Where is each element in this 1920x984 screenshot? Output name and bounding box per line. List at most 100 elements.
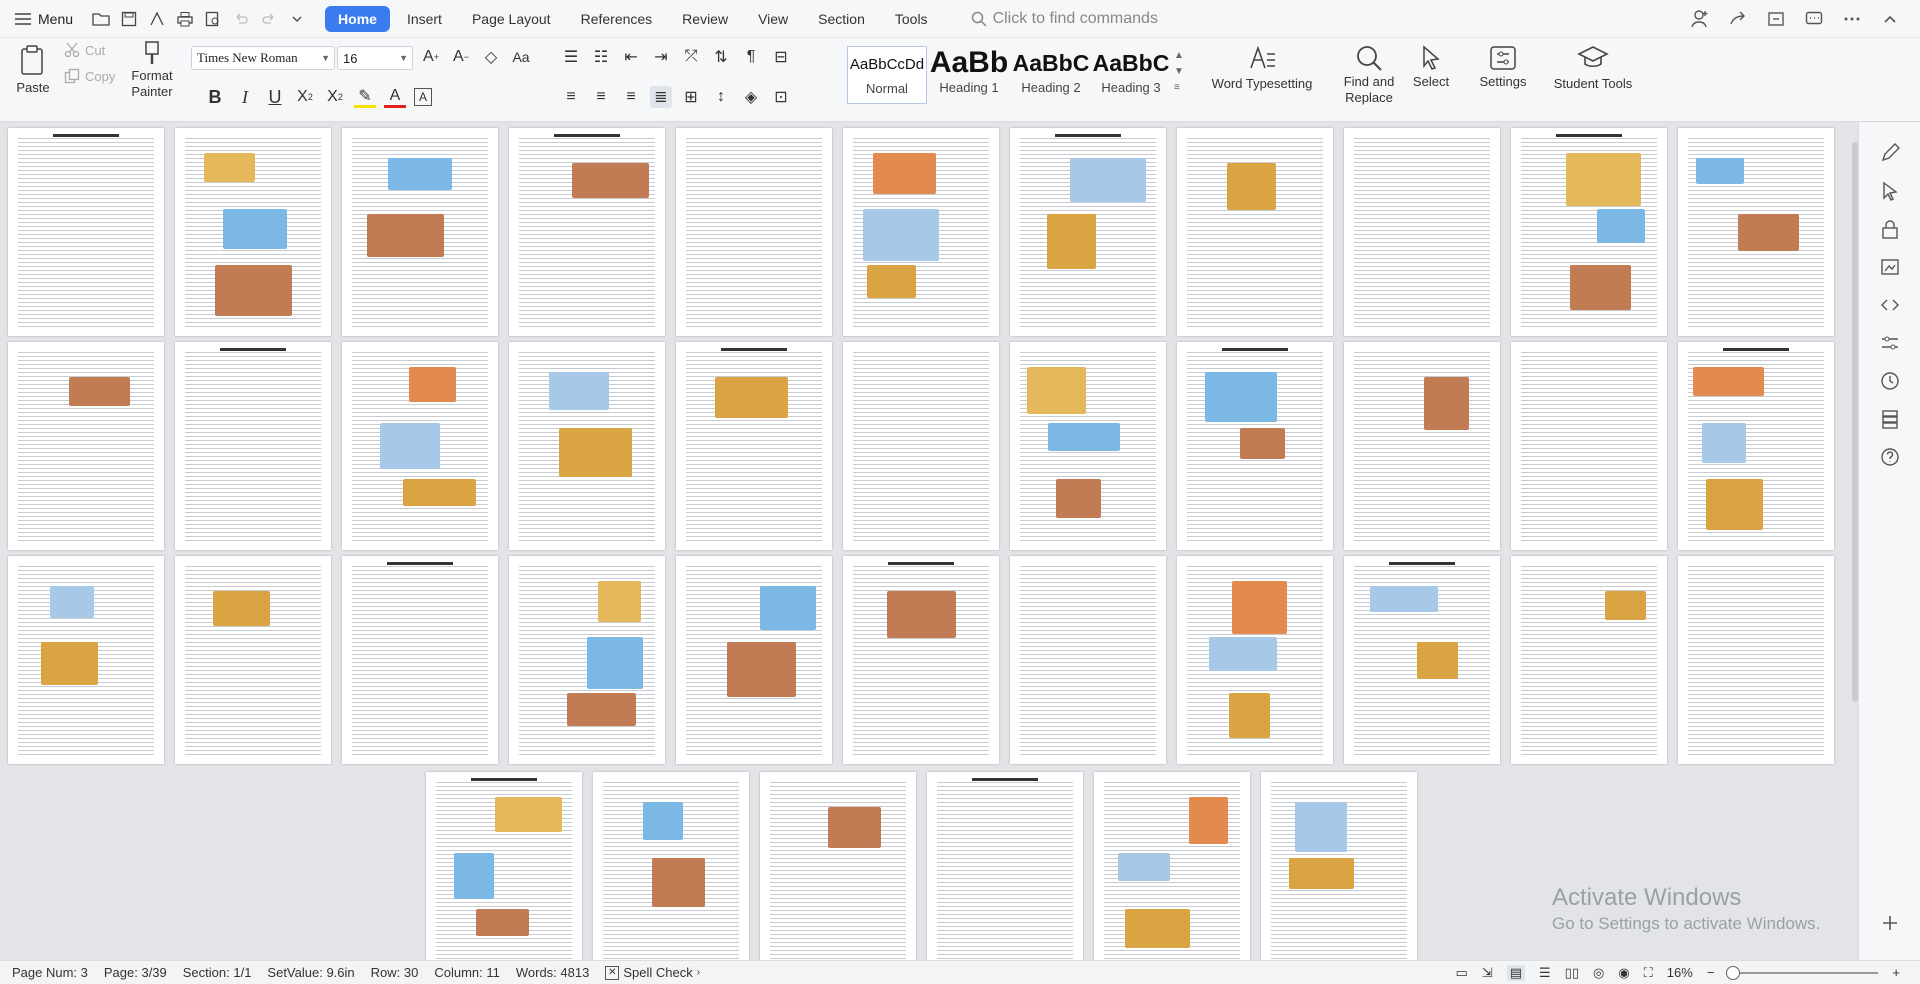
tab-page-layout[interactable]: Page Layout bbox=[459, 6, 564, 32]
font-color-icon[interactable]: A bbox=[384, 86, 406, 108]
page-thumbnail[interactable] bbox=[843, 556, 999, 764]
style-heading-3[interactable]: AaBbC Heading 3 bbox=[1091, 46, 1171, 104]
settings-button[interactable]: Settings bbox=[1472, 44, 1534, 90]
fit-page-icon[interactable]: ⛶ bbox=[1644, 965, 1653, 981]
tab-insert[interactable]: Insert bbox=[394, 6, 455, 32]
borders-icon[interactable]: ⊡ bbox=[770, 86, 792, 108]
page-thumbnail[interactable] bbox=[1678, 128, 1834, 336]
distributed-icon[interactable]: ⊞ bbox=[680, 86, 702, 108]
tab-tools[interactable]: Tools bbox=[882, 6, 941, 32]
zoom-out-icon[interactable]: − bbox=[1707, 965, 1715, 980]
status-page-num[interactable]: Page Num: 3 bbox=[0, 965, 96, 980]
open-folder-icon[interactable] bbox=[89, 7, 113, 31]
spell-check-button[interactable]: ✕ Spell Check › bbox=[597, 965, 708, 980]
pilcrow-icon[interactable]: ¶ bbox=[740, 46, 762, 68]
page-thumbnail[interactable] bbox=[676, 556, 832, 764]
help-icon[interactable] bbox=[1879, 446, 1901, 468]
page-thumbnail[interactable] bbox=[1511, 556, 1667, 764]
tab-home[interactable]: Home bbox=[325, 5, 390, 32]
page-thumbnail[interactable] bbox=[1261, 772, 1417, 960]
align-center-icon[interactable]: ≡ bbox=[590, 86, 612, 108]
page-thumbnail[interactable] bbox=[1344, 342, 1500, 550]
font-name-select[interactable]: Times New Roman ▼ bbox=[191, 46, 335, 70]
eraser-icon[interactable]: ◇ bbox=[480, 46, 502, 68]
share-icon[interactable] bbox=[1728, 9, 1748, 29]
page-thumbnail[interactable] bbox=[8, 556, 164, 764]
page-thumbnail[interactable] bbox=[175, 128, 331, 336]
command-search[interactable]: Click to find commands bbox=[971, 10, 1158, 28]
status-words[interactable]: Words: 4813 bbox=[508, 965, 597, 980]
student-tools-button[interactable]: Student Tools bbox=[1550, 44, 1636, 92]
collapse-ribbon-icon[interactable] bbox=[1880, 9, 1900, 29]
style-heading-2[interactable]: AaBbC Heading 2 bbox=[1011, 46, 1091, 104]
page-thumbnail[interactable] bbox=[342, 342, 498, 550]
text-direction-icon[interactable]: ⤱ bbox=[680, 46, 702, 68]
undo-icon[interactable] bbox=[229, 7, 253, 31]
print-icon[interactable] bbox=[173, 7, 197, 31]
copy-button[interactable]: Copy bbox=[64, 68, 115, 84]
zoom-in-button[interactable]: + bbox=[1892, 965, 1900, 980]
bold-icon[interactable]: B bbox=[204, 86, 226, 108]
align-right-icon[interactable]: ≡ bbox=[620, 86, 642, 108]
subscript-icon[interactable]: X2 bbox=[324, 86, 346, 108]
export-icon[interactable] bbox=[145, 7, 169, 31]
underline-icon[interactable]: U bbox=[264, 86, 286, 108]
page-thumbnail[interactable] bbox=[1010, 556, 1166, 764]
page-thumbnail[interactable] bbox=[1177, 556, 1333, 764]
page-thumbnail[interactable] bbox=[760, 772, 916, 960]
bullet-list-icon[interactable]: ☰ bbox=[560, 46, 582, 68]
page-thumbnail[interactable] bbox=[342, 556, 498, 764]
select-button[interactable]: Select bbox=[1406, 44, 1456, 90]
decrease-indent-icon[interactable]: ⇤ bbox=[620, 46, 642, 68]
shading-icon[interactable]: ◈ bbox=[740, 86, 762, 108]
page-thumbnail[interactable] bbox=[1344, 556, 1500, 764]
edit-image-icon[interactable] bbox=[1879, 256, 1901, 278]
style-normal[interactable]: AaBbCcDd Normal bbox=[847, 46, 927, 104]
sync-icon[interactable] bbox=[1766, 9, 1786, 29]
increase-indent-icon[interactable]: ⇥ bbox=[650, 46, 672, 68]
page-view-icon[interactable]: ▤ bbox=[1506, 964, 1526, 981]
page-thumbnail[interactable] bbox=[1344, 128, 1500, 336]
pen-icon[interactable] bbox=[1879, 142, 1901, 164]
status-column[interactable]: Column: 11 bbox=[426, 965, 508, 980]
user-add-icon[interactable] bbox=[1690, 9, 1710, 29]
status-page[interactable]: Page: 3/39 bbox=[96, 965, 175, 980]
more-icon[interactable] bbox=[1842, 9, 1862, 29]
status-row[interactable]: Row: 30 bbox=[363, 965, 427, 980]
page-thumbnail[interactable] bbox=[1177, 342, 1333, 550]
layers-icon[interactable] bbox=[1879, 408, 1901, 430]
page-thumbnail[interactable] bbox=[927, 772, 1083, 960]
page-thumbnail[interactable] bbox=[676, 342, 832, 550]
page-thumbnail[interactable] bbox=[8, 128, 164, 336]
align-left-icon[interactable]: ≡ bbox=[560, 86, 582, 108]
sliders-icon[interactable] bbox=[1879, 332, 1901, 354]
page-thumbnail[interactable] bbox=[1010, 342, 1166, 550]
tab-references[interactable]: References bbox=[568, 6, 666, 32]
zoom-in-icon[interactable] bbox=[1879, 912, 1901, 934]
page-thumbnail[interactable] bbox=[426, 772, 582, 960]
page-thumbnail[interactable] bbox=[1511, 342, 1667, 550]
page-thumbnail[interactable] bbox=[1177, 128, 1333, 336]
line-spacing-icon[interactable]: ↕ bbox=[710, 86, 732, 108]
page-thumbnail[interactable] bbox=[1511, 128, 1667, 336]
page-thumbnail[interactable] bbox=[342, 128, 498, 336]
cut-button[interactable]: Cut bbox=[64, 42, 105, 58]
lock-icon[interactable] bbox=[1879, 218, 1901, 240]
tab-view[interactable]: View bbox=[745, 6, 801, 32]
outline-view-icon[interactable]: ☰ bbox=[1539, 965, 1551, 981]
history-icon[interactable] bbox=[1879, 370, 1901, 392]
numbered-list-icon[interactable]: ☷ bbox=[590, 46, 612, 68]
highlight-icon[interactable]: ✎ bbox=[354, 86, 376, 108]
page-thumbnail[interactable] bbox=[1094, 772, 1250, 960]
page-thumbnail[interactable] bbox=[843, 128, 999, 336]
save-icon[interactable] bbox=[117, 7, 141, 31]
page-thumbnail[interactable] bbox=[1010, 128, 1166, 336]
page-thumbnail[interactable] bbox=[8, 342, 164, 550]
zoom-value[interactable]: 16% bbox=[1667, 965, 1693, 980]
zoom-slider[interactable] bbox=[1726, 965, 1879, 980]
font-size-select[interactable]: 16 ▼ bbox=[337, 46, 413, 70]
customize-toolbar-icon[interactable] bbox=[285, 7, 309, 31]
menu-button[interactable]: Menu bbox=[0, 5, 83, 33]
page-thumbnail[interactable] bbox=[509, 342, 665, 550]
page-thumbnail[interactable] bbox=[509, 128, 665, 336]
